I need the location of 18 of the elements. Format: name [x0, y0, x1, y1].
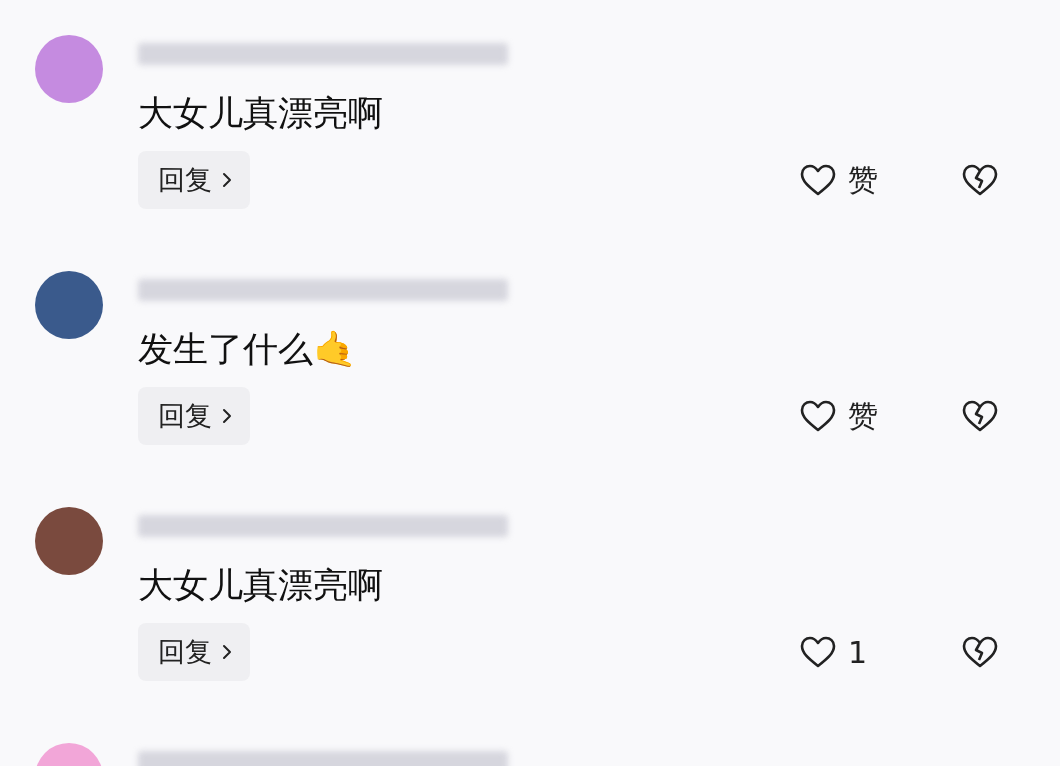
heart-icon[interactable] — [800, 164, 836, 196]
like-count: 赞 — [848, 396, 879, 435]
comment-text: 发生了什么🤙 — [138, 328, 358, 371]
chevron-icon — [222, 644, 232, 660]
broken-heart-icon[interactable] — [962, 164, 998, 196]
reply-button[interactable]: 回复 — [138, 151, 250, 209]
broken-heart-icon[interactable] — [962, 636, 998, 668]
comment-text: 大女儿真漂亮啊 — [138, 92, 384, 135]
heart-icon[interactable] — [800, 400, 836, 432]
reply-button[interactable]: 回复 — [138, 387, 250, 445]
reply-button[interactable]: 回复 — [138, 623, 250, 681]
heart-icon[interactable] — [800, 636, 836, 668]
like-count: 1 — [848, 634, 869, 670]
chevron-icon — [222, 408, 232, 424]
chevron-icon — [222, 172, 232, 188]
like-count: 赞 — [848, 160, 879, 199]
comment-text: 大女儿真漂亮啊 — [138, 564, 384, 607]
broken-heart-icon[interactable] — [962, 400, 998, 432]
